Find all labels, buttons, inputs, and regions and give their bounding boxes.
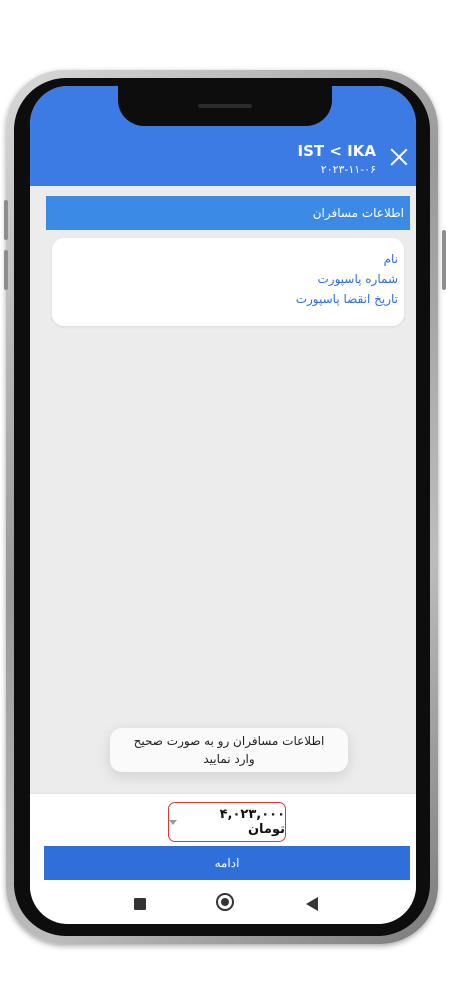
bottom-bar: ۴,۰۲۳,۰۰۰ تومان ادامه <box>30 794 416 924</box>
toast-line-2: وارد نمایید <box>203 752 255 766</box>
section-title: اطلاعات مسافران <box>312 206 404 220</box>
speaker <box>198 104 252 108</box>
passenger-card[interactable]: نام شماره پاسپورت تاریخ انقضا پاسپورت <box>52 238 404 326</box>
passport-number-field[interactable]: شماره پاسپورت <box>317 272 398 286</box>
total-price: ۴,۰۲۳,۰۰۰ تومان <box>219 807 285 837</box>
flight-date: ۲۰۲۳-۱۱-۰۶ <box>320 163 376 176</box>
home-icon[interactable] <box>216 893 234 911</box>
android-nav-bar <box>30 888 416 924</box>
caret-down-icon <box>169 819 177 825</box>
close-icon[interactable] <box>390 148 408 166</box>
section-header: اطلاعات مسافران <box>46 196 410 230</box>
app-screen: IST < IKA ۲۰۲۳-۱۱-۰۶ اطلاعات مسافران نام… <box>30 86 416 924</box>
continue-button[interactable]: ادامه <box>44 846 410 880</box>
recent-apps-icon[interactable] <box>134 898 146 910</box>
name-field[interactable]: نام <box>384 252 398 266</box>
validation-toast: اطلاعات مسافران رو به صورت صحیح وارد نما… <box>110 728 348 772</box>
volume-button-2 <box>4 250 8 290</box>
back-icon[interactable] <box>306 897 318 911</box>
price-selector[interactable]: ۴,۰۲۳,۰۰۰ تومان <box>168 802 286 842</box>
passport-expiry-field[interactable]: تاریخ انقضا پاسپورت <box>296 292 398 306</box>
route-title: IST < IKA <box>297 142 376 160</box>
volume-button <box>4 200 8 240</box>
power-button <box>442 230 446 290</box>
toast-line-1: اطلاعات مسافران رو به صورت صحیح <box>133 734 325 748</box>
